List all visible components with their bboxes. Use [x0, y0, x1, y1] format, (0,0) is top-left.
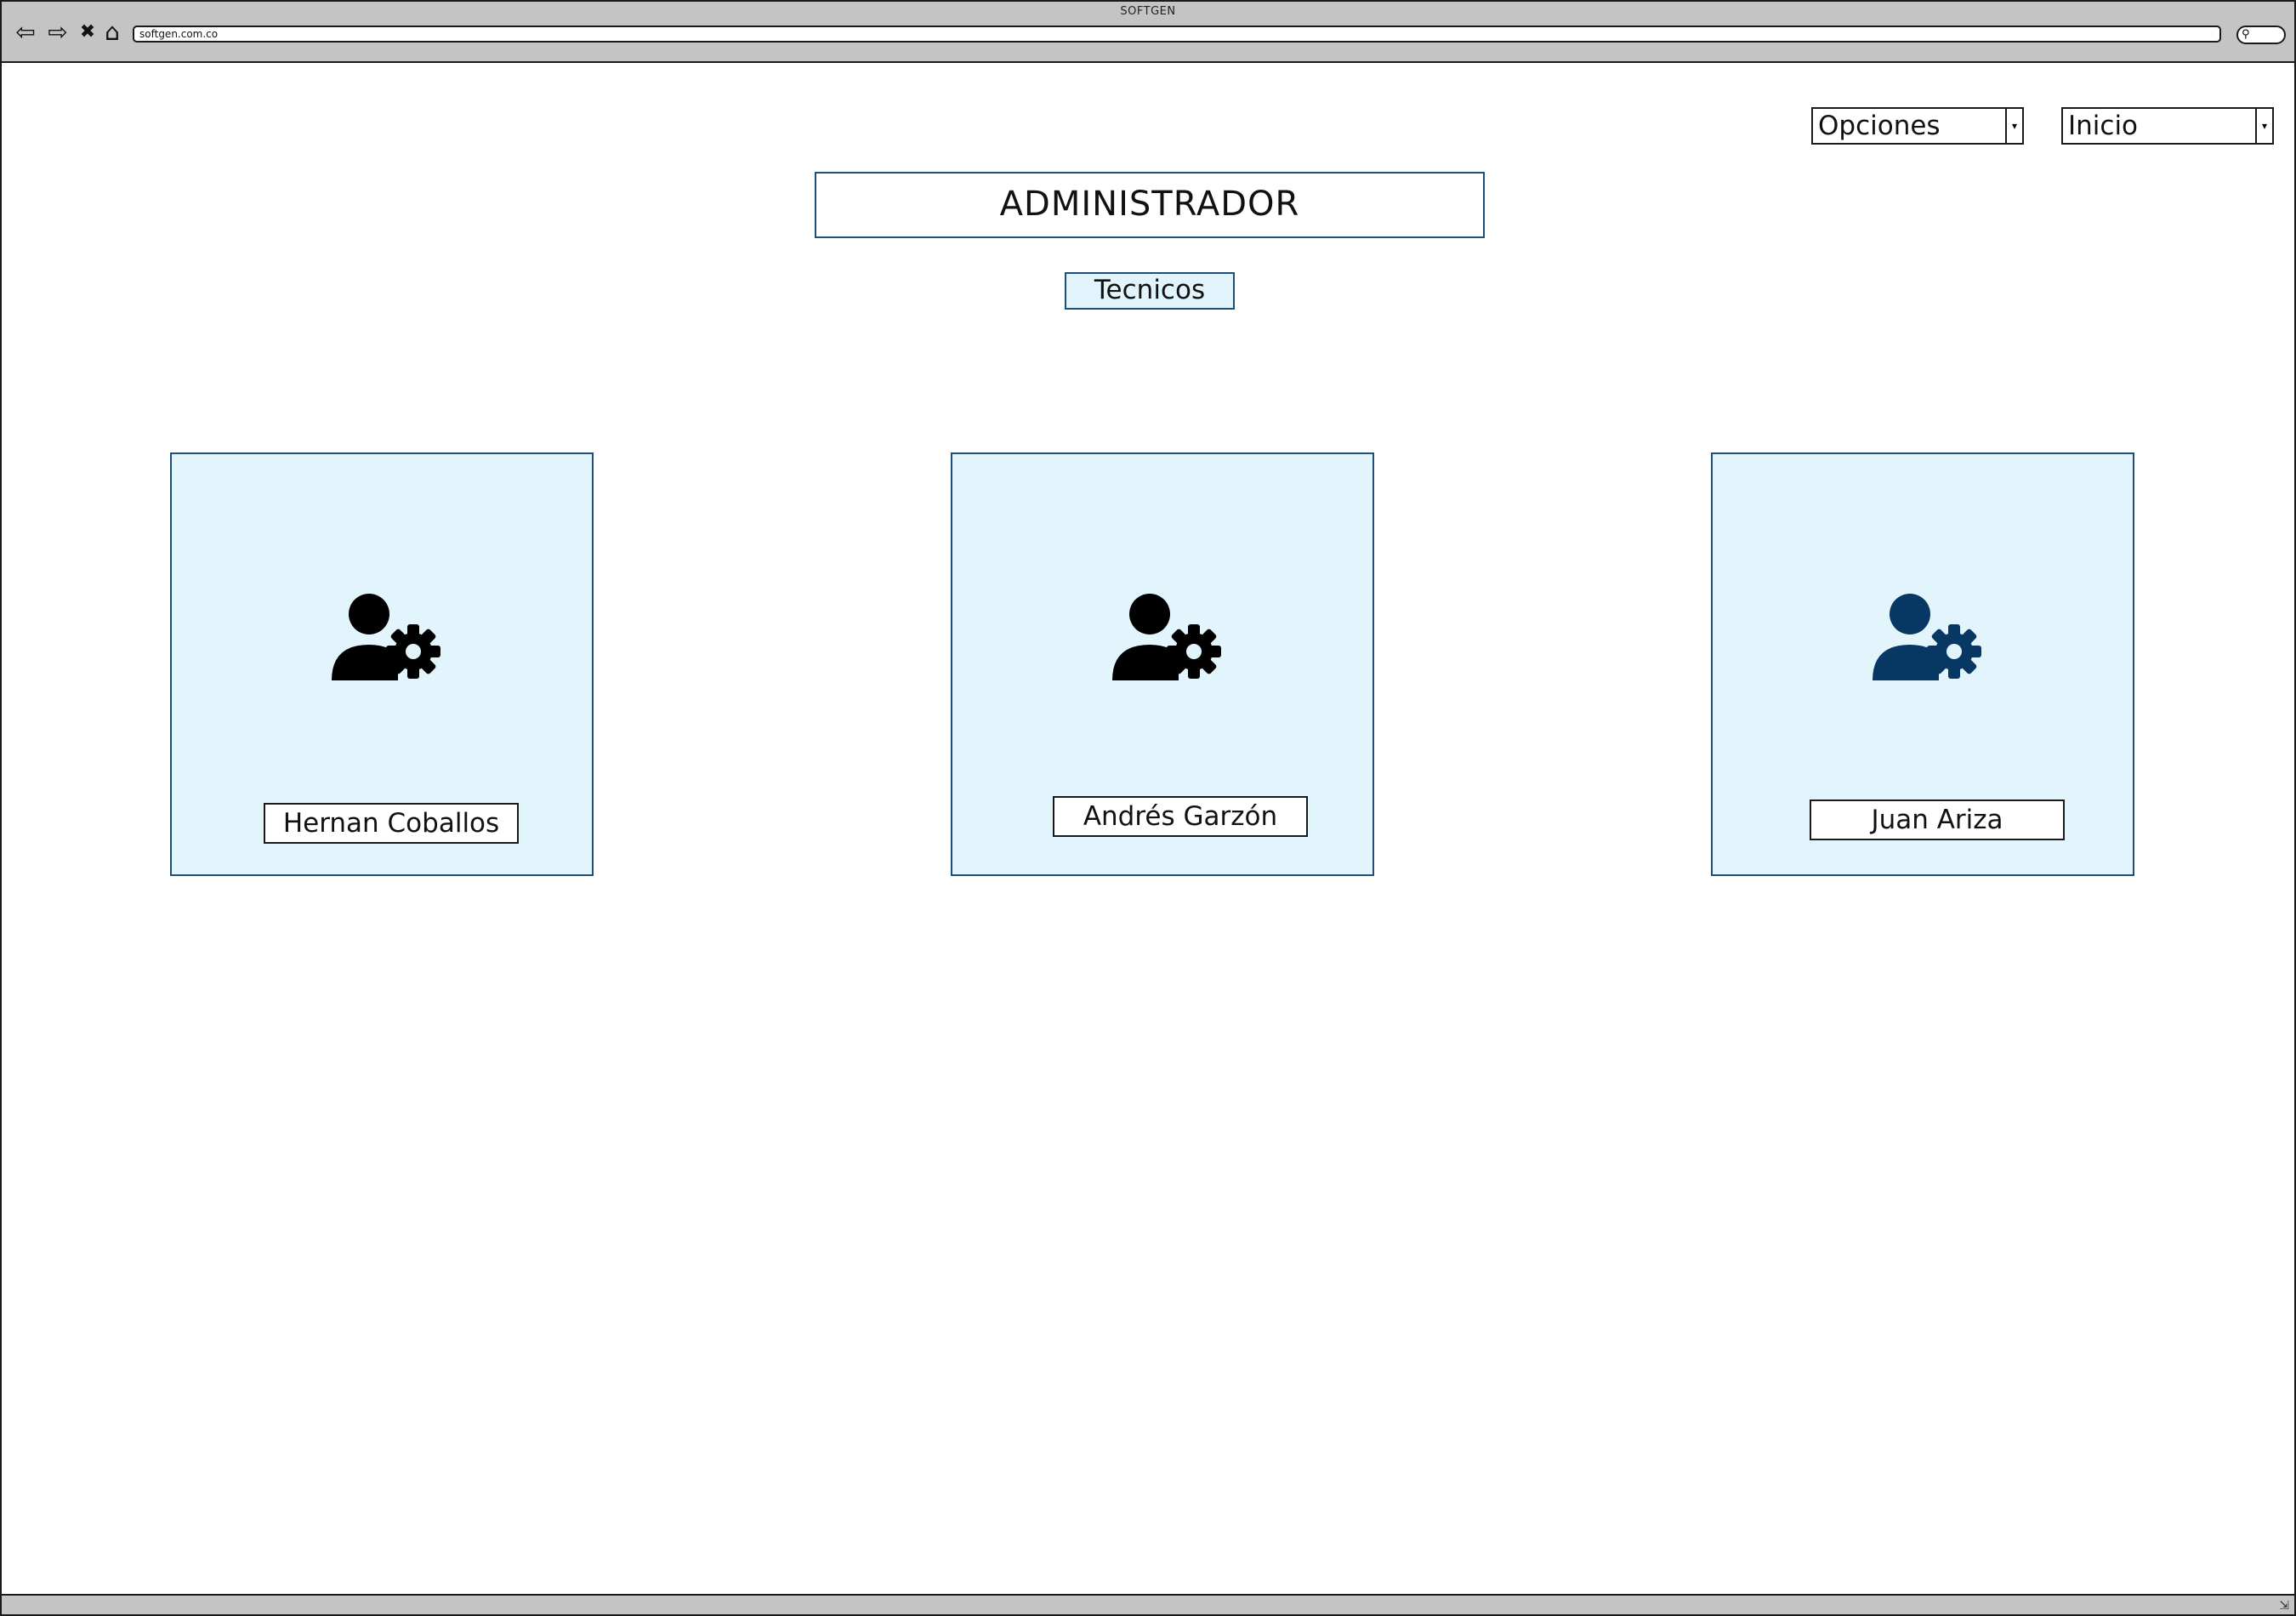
user-gear-icon — [1112, 594, 1221, 680]
chevron-down-icon: ▾ — [2255, 109, 2272, 143]
status-bar: ⇲ — [2, 1594, 2294, 1614]
back-arrow-icon[interactable]: ⇦ — [12, 19, 39, 46]
user-gear-glyph — [332, 594, 440, 680]
forward-arrow-icon[interactable]: ⇨ — [44, 19, 71, 46]
chevron-down-icon: ▾ — [2005, 109, 2022, 143]
window-title: SOFTGEN — [1120, 5, 1176, 18]
user-gear-glyph — [1873, 594, 1981, 680]
user-gear-glyph — [1112, 594, 1221, 680]
browser-toolbar: SOFTGEN ⇦ ⇨ ✖ ⌂ softgen.com.co ⚲ — [2, 2, 2294, 63]
technician-name: Juan Ariza — [1810, 799, 2065, 840]
home-icon[interactable]: ⌂ — [99, 19, 126, 46]
search-icon: ⚲ — [2242, 28, 2250, 41]
search-box[interactable]: ⚲ — [2236, 26, 2286, 44]
technician-name: Hernan Coballos — [264, 803, 519, 844]
options-dropdown[interactable]: Opciones ▾ — [1811, 107, 2024, 145]
technician-card[interactable]: Andrés Garzón — [951, 452, 1374, 876]
address-bar[interactable]: softgen.com.co — [133, 26, 2221, 43]
home-dropdown[interactable]: Inicio ▾ — [2061, 107, 2274, 145]
tab-tecnicos[interactable]: Tecnicos — [1065, 272, 1235, 310]
home-dropdown-value: Inicio — [2068, 111, 2139, 141]
technician-card[interactable]: Juan Ariza — [1711, 452, 2134, 876]
user-gear-icon — [1873, 594, 1981, 680]
technician-name: Andrés Garzón — [1053, 796, 1308, 837]
page-title: ADMINISTRADOR — [815, 172, 1485, 238]
resize-grip-icon[interactable]: ⇲ — [2279, 1599, 2289, 1613]
browser-window: SOFTGEN ⇦ ⇨ ✖ ⌂ softgen.com.co ⚲ Opcione… — [0, 0, 2296, 1616]
user-gear-icon — [332, 594, 440, 680]
options-dropdown-value: Opciones — [1818, 111, 1941, 141]
stop-icon[interactable]: ✖ — [77, 19, 99, 46]
technician-card[interactable]: Hernan Coballos — [170, 452, 594, 876]
